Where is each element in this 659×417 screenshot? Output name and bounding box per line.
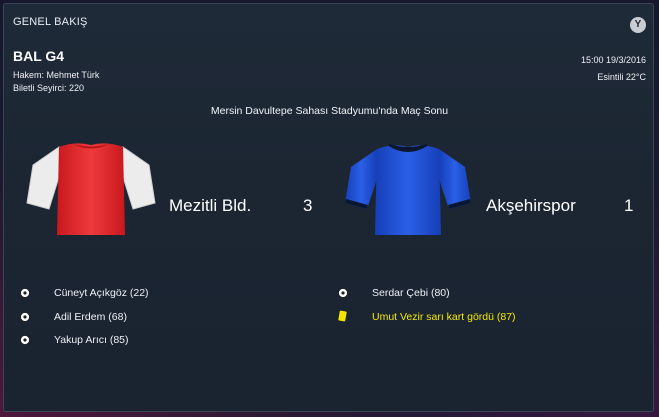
- close-button[interactable]: Y: [630, 17, 646, 33]
- match-info: Hakem: Mehmet Türk Biletli Seyirci: 220: [13, 69, 99, 95]
- event-text[interactable]: Serdar Çebi (80): [372, 286, 450, 300]
- venue-result-text: Mersin Davultepe Sahası Stadyumu'nda Maç…: [210, 105, 449, 117]
- football-icon: [20, 335, 30, 345]
- match-conditions: 15:00 19/3/2016 Esintili 22°C: [581, 52, 646, 86]
- competition-name: BAL G4: [13, 48, 65, 64]
- attendance-text: Biletli Seyirci: 220: [13, 83, 85, 93]
- datetime-text: 15:00 19/3/2016: [580, 55, 646, 65]
- panel-title: GENEL BAKIŞ: [13, 16, 88, 28]
- referee-text: Hakem: Mehmet Türk: [13, 70, 100, 80]
- home-score: 3: [303, 196, 313, 215]
- event-text[interactable]: Adil Erdem (68): [54, 310, 127, 324]
- away-score: 1: [624, 196, 634, 215]
- home-kit-icon: [26, 143, 156, 235]
- away-kit-icon: [345, 144, 471, 235]
- football-icon: [338, 288, 348, 298]
- weather-text: Esintili 22°C: [597, 72, 646, 82]
- event-text[interactable]: Cüneyt Açıkgöz (22): [54, 286, 149, 300]
- football-icon: [20, 312, 30, 322]
- away-team-name[interactable]: Akşehirspor: [486, 196, 576, 216]
- football-icon: [20, 288, 30, 298]
- event-text[interactable]: Umut Vezir sarı kart gördü (87): [372, 310, 516, 324]
- home-team-name[interactable]: Mezitli Bld.: [169, 196, 251, 216]
- event-text[interactable]: Yakup Arıcı (85): [54, 333, 129, 347]
